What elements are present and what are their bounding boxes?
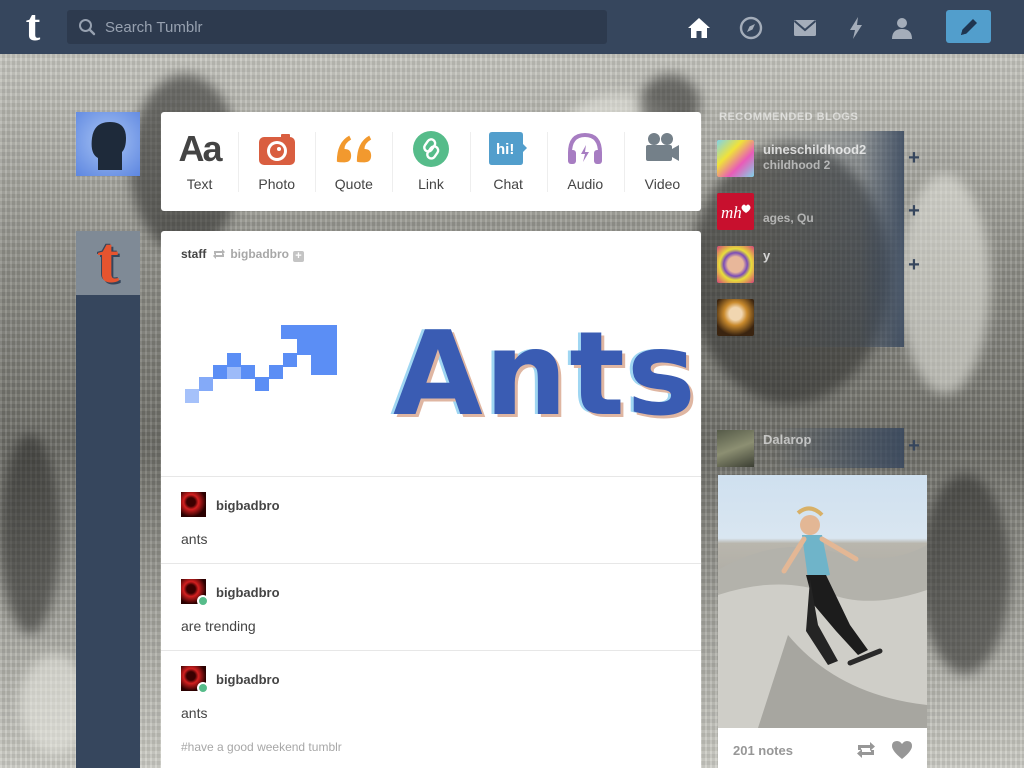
user-avatar[interactable] [76, 112, 140, 176]
post-author-rail [76, 231, 140, 768]
recommended-blog[interactable] [717, 293, 904, 343]
new-photo-post-button[interactable]: Photo [238, 112, 315, 211]
reblog-badge-icon [197, 682, 209, 694]
recommended-blog-avatar: mh [717, 193, 754, 230]
new-video-post-button[interactable]: Video [623, 112, 701, 211]
post-header: staff bigbadbro + [181, 247, 305, 262]
chat-icon: hi! [488, 129, 528, 169]
recommended-blog-avatar [717, 299, 754, 336]
new-audio-post-button[interactable]: Audio [546, 112, 624, 211]
skater-illustration [718, 506, 927, 728]
follow-blog-button[interactable]: + [904, 198, 924, 224]
quote-icon [334, 129, 374, 169]
reblog-small-icon [213, 249, 226, 259]
headphones-icon [565, 129, 605, 169]
reblogged-from-link[interactable]: bigbadbro [230, 247, 289, 261]
svg-text:hi!: hi! [496, 141, 514, 158]
reblog-author-link[interactable]: bigbadbro [216, 585, 280, 600]
radar-blog-name: Dalarop [763, 432, 812, 447]
radar-skateboard-photo [718, 475, 927, 728]
mh-logo-icon: mh [721, 203, 751, 222]
reblog-badge-icon [197, 595, 209, 607]
post-author-link[interactable]: staff [181, 247, 206, 261]
reblog-text: are trending [181, 618, 256, 634]
like-heart-icon[interactable] [891, 740, 913, 760]
reblog-author-link[interactable]: bigbadbro [216, 672, 280, 687]
follow-blog-button[interactable]: + [904, 252, 924, 278]
video-camera-icon [642, 129, 682, 169]
search-icon [79, 19, 96, 36]
explore-icon[interactable] [738, 15, 764, 41]
staff-avatar[interactable]: t [76, 231, 140, 295]
silhouette-icon [91, 122, 126, 170]
bigbadbro-avatar[interactable] [181, 492, 206, 517]
recommended-blog[interactable]: y [717, 240, 904, 290]
recommended-blog-avatar [717, 246, 754, 283]
compose-button[interactable] [946, 10, 991, 43]
post-divider [161, 563, 701, 564]
reblog-icon[interactable] [855, 740, 877, 760]
inbox-icon[interactable] [792, 15, 818, 41]
top-navigation-bar: t [0, 0, 1024, 54]
new-link-post-button[interactable]: Link [392, 112, 469, 211]
account-icon[interactable] [889, 15, 915, 41]
radar-notes-count[interactable]: 201 notes [733, 743, 793, 758]
camera-icon [257, 129, 297, 169]
dashboard-post: staff bigbadbro + Ants bigbadbro ants bi… [161, 231, 701, 768]
recommended-blog-avatar [717, 140, 754, 177]
follow-radar-blog-button[interactable]: + [904, 428, 924, 468]
reblog-text: ants [181, 531, 208, 547]
recommended-blog[interactable]: uineschildhood2 childhood 2 [717, 134, 904, 184]
pencil-icon [961, 19, 977, 35]
post-type-bar: Aa Text Photo Quote Link hi! Chat Audio … [161, 112, 701, 211]
new-quote-post-button[interactable]: Quote [315, 112, 392, 211]
tumblr-logo[interactable]: t [14, 4, 52, 48]
reblog-author-link[interactable]: bigbadbro [216, 498, 280, 513]
staff-avatar-logo: t [97, 231, 119, 295]
reblog-text: ants [181, 705, 208, 721]
text-icon: Aa [178, 128, 223, 169]
radar-post-card[interactable]: 201 notes [718, 475, 927, 768]
post-divider [161, 476, 701, 477]
link-icon [411, 129, 451, 169]
follow-blog-button[interactable]: + [904, 145, 924, 171]
radar-blog[interactable]: Dalarop [717, 428, 904, 468]
svg-text:mh: mh [721, 203, 742, 222]
new-chat-post-button[interactable]: hi! Chat [469, 112, 547, 211]
new-text-post-button[interactable]: Aa Text [161, 112, 238, 211]
recommended-blog[interactable]: mh ages, Qu [717, 187, 904, 237]
activity-icon[interactable] [843, 15, 869, 41]
follow-plus-button[interactable]: + [293, 251, 305, 262]
search-input[interactable] [67, 10, 607, 44]
post-divider [161, 650, 701, 651]
recommended-blogs-title: RECOMMENDED BLOGS [719, 111, 859, 123]
ants-pixel-text: Ants [393, 307, 698, 442]
radar-blog-avatar [717, 430, 754, 467]
post-tag[interactable]: #have a good weekend tumblr [181, 740, 342, 754]
home-icon[interactable] [686, 15, 712, 41]
